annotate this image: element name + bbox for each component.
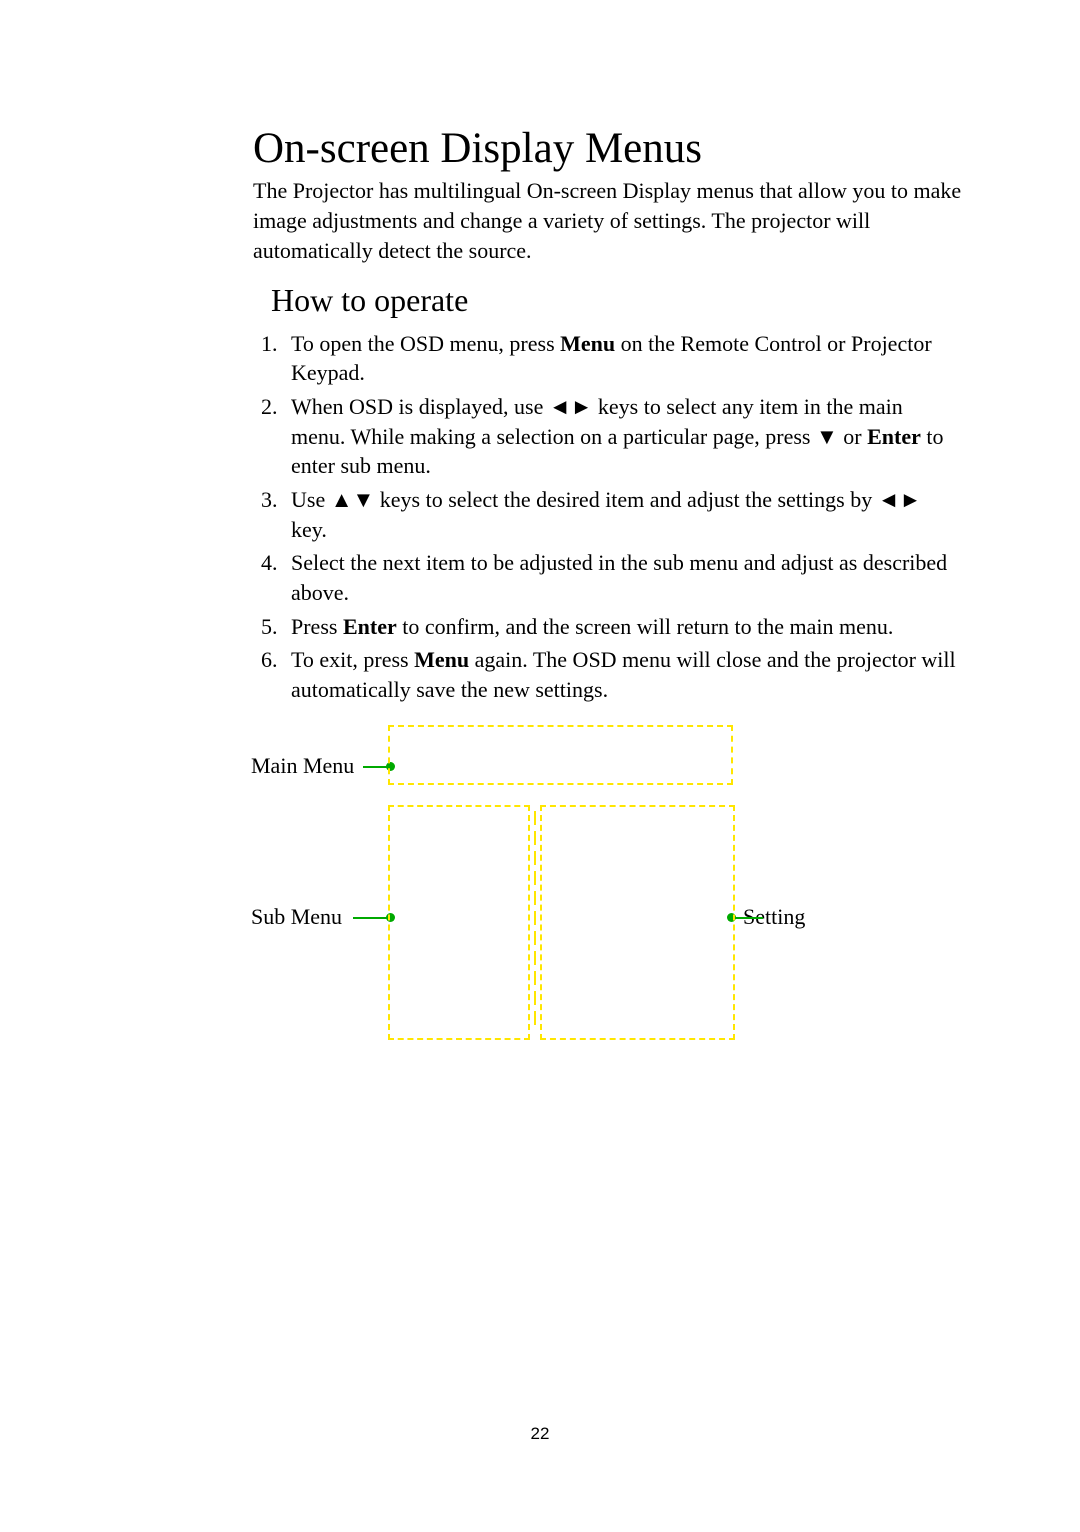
steps-list: To open the OSD menu, press Menu on the … bbox=[253, 329, 962, 705]
step-1-bold: Menu bbox=[560, 331, 615, 356]
step-1: To open the OSD menu, press Menu on the … bbox=[283, 329, 962, 388]
page-number: 22 bbox=[531, 1424, 550, 1444]
step-3: Use ▲▼ keys to select the desired item a… bbox=[283, 485, 962, 544]
section-heading: How to operate bbox=[271, 283, 962, 318]
divider-ticks bbox=[529, 811, 541, 1025]
step-2: When OSD is displayed, use ◄► keys to se… bbox=[283, 392, 962, 481]
tick-icon bbox=[534, 811, 536, 825]
tick-icon bbox=[534, 951, 536, 965]
tick-icon bbox=[534, 1011, 536, 1025]
tick-icon bbox=[534, 831, 536, 845]
arrow-setting bbox=[731, 917, 763, 919]
osd-diagram: Main Menu Sub Menu Setting bbox=[253, 725, 962, 1055]
manual-page: On-screen Display Menus The Projector ha… bbox=[0, 0, 1080, 1532]
step-4: Select the next item to be adjusted in t… bbox=[283, 548, 962, 607]
step-5-bold: Enter bbox=[343, 614, 397, 639]
label-sub-menu: Sub Menu bbox=[251, 904, 342, 930]
step-2-text-a: When OSD is displayed, use ◄► keys to se… bbox=[291, 394, 903, 449]
box-sub-menu bbox=[388, 805, 530, 1040]
box-main-menu bbox=[388, 725, 733, 785]
arrow-sub-menu bbox=[353, 917, 391, 919]
step-1-text-a: To open the OSD menu, press bbox=[291, 331, 560, 356]
step-6: To exit, press Menu again. The OSD menu … bbox=[283, 645, 962, 704]
tick-icon bbox=[534, 891, 536, 905]
tick-icon bbox=[534, 911, 536, 925]
intro-paragraph: The Projector has multilingual On-screen… bbox=[253, 176, 962, 265]
step-6-bold: Menu bbox=[414, 647, 469, 672]
label-main-menu: Main Menu bbox=[251, 753, 354, 779]
step-2-bold: Enter bbox=[867, 424, 921, 449]
step-5-text-c: to confirm, and the screen will return t… bbox=[397, 614, 894, 639]
tick-icon bbox=[534, 991, 536, 1005]
arrow-main-menu bbox=[363, 766, 391, 768]
tick-icon bbox=[534, 971, 536, 985]
tick-icon bbox=[534, 851, 536, 865]
step-5: Press Enter to confirm, and the screen w… bbox=[283, 612, 962, 642]
tick-icon bbox=[534, 871, 536, 885]
step-5-text-a: Press bbox=[291, 614, 343, 639]
page-title: On-screen Display Menus bbox=[253, 125, 962, 172]
step-6-text-a: To exit, press bbox=[291, 647, 414, 672]
tick-icon bbox=[534, 931, 536, 945]
box-setting bbox=[540, 805, 735, 1040]
